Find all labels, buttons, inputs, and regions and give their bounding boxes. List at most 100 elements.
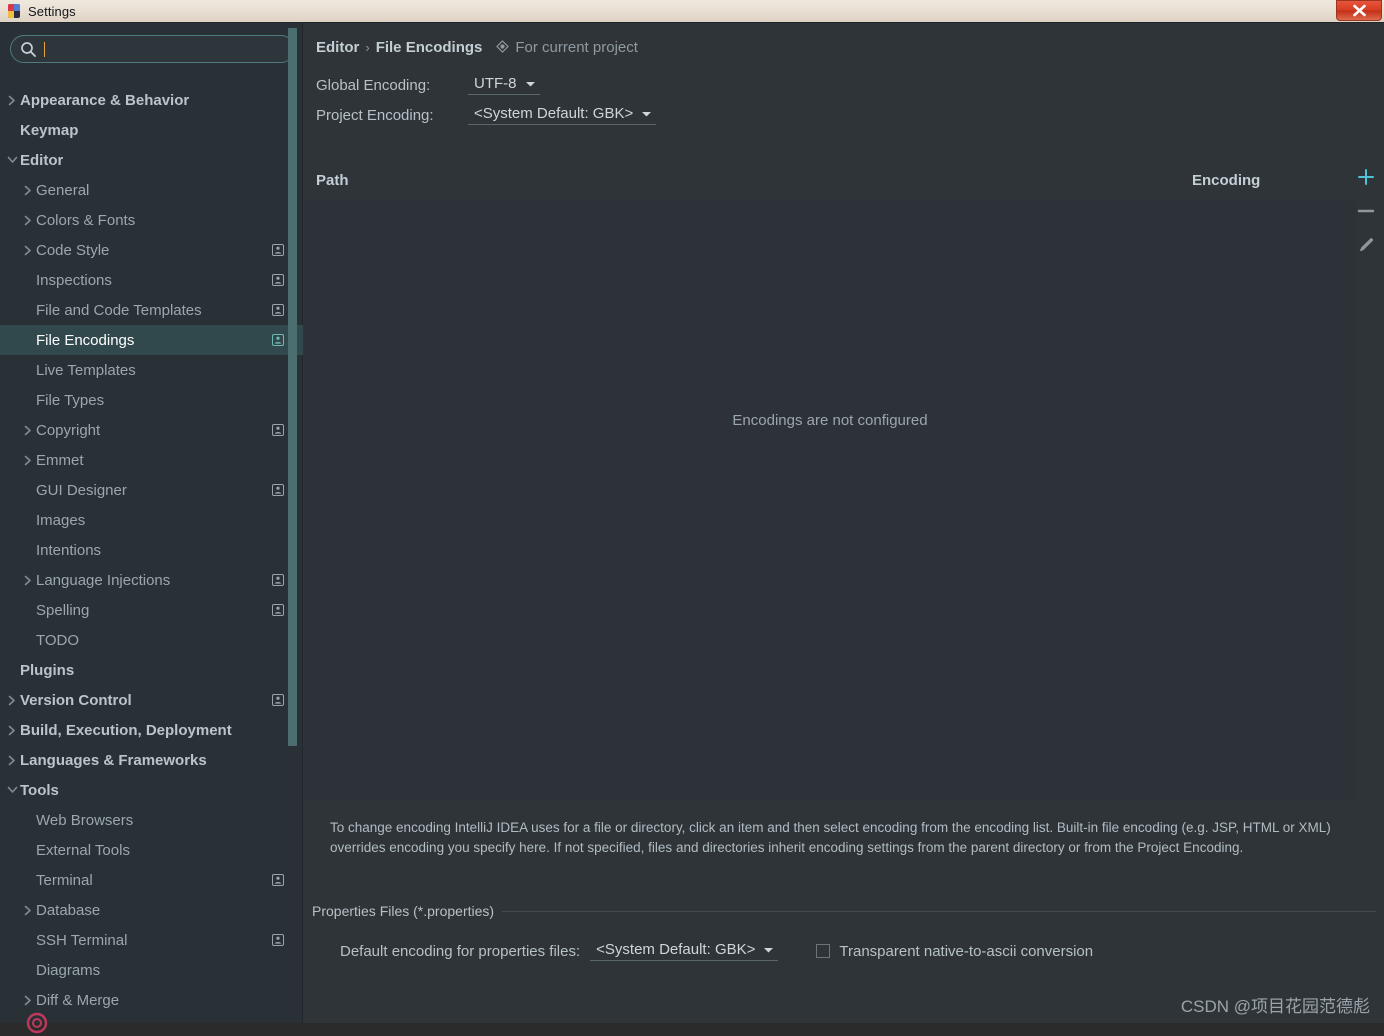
add-encoding-button[interactable] xyxy=(1354,163,1378,191)
encoding-hint-text: To change encoding IntelliJ IDEA uses fo… xyxy=(330,820,1331,855)
chevron-right-icon[interactable] xyxy=(20,212,36,228)
section-divider xyxy=(502,910,1376,912)
sidebar-item-intentions[interactable]: Intentions xyxy=(0,535,303,565)
sidebar-item-external-tools[interactable]: External Tools xyxy=(0,835,303,865)
settings-content-panel: Editor › File Encodings For current proj… xyxy=(304,23,1384,1023)
chevron-right-icon[interactable] xyxy=(20,422,36,438)
chevron-right-icon[interactable] xyxy=(20,572,36,588)
sidebar-item-label: SSH Terminal xyxy=(36,931,128,949)
project-settings-badge-icon xyxy=(272,874,284,886)
sidebar-item-file-encodings[interactable]: File Encodings xyxy=(0,325,303,355)
project-settings-badge-icon xyxy=(272,934,284,946)
sidebar-item-colors-fonts[interactable]: Colors & Fonts xyxy=(0,205,303,235)
sidebar-item-label: File Types xyxy=(36,391,105,409)
sidebar-item-label: Copyright xyxy=(36,421,101,439)
encodings-table-body[interactable]: Encodings are not configured xyxy=(304,200,1356,800)
chevron-right-icon[interactable] xyxy=(20,182,36,198)
global-encoding-label: Global Encoding: xyxy=(316,76,431,94)
properties-section-title: Properties Files (*.properties) xyxy=(312,903,495,919)
sidebar-item-label: Languages & Frameworks xyxy=(20,751,207,769)
chevron-right-icon[interactable] xyxy=(4,722,20,738)
sidebar-item-emmet[interactable]: Emmet xyxy=(0,445,303,475)
sidebar-item-label: TODO xyxy=(36,631,80,649)
sidebar-item-label: Spelling xyxy=(36,601,90,619)
sidebar-item-diagrams[interactable]: Diagrams xyxy=(0,955,303,985)
sidebar-item-plugins[interactable]: Plugins xyxy=(0,655,303,685)
plus-icon xyxy=(1358,169,1374,185)
sidebar-item-web-browsers[interactable]: Web Browsers xyxy=(0,805,303,835)
project-settings-badge-icon xyxy=(272,604,284,616)
window-title: Settings xyxy=(28,3,76,19)
project-encoding-value: <System Default: GBK> xyxy=(474,105,634,122)
chevron-right-icon[interactable] xyxy=(4,692,20,708)
project-settings-badge-icon xyxy=(272,484,284,496)
edit-encoding-button[interactable] xyxy=(1354,231,1378,259)
properties-encoding-value: <System Default: GBK> xyxy=(596,941,756,958)
sidebar-item-ssh-terminal[interactable]: SSH Terminal xyxy=(0,925,303,955)
native-to-ascii-label: Transparent native-to-ascii conversion xyxy=(839,942,1094,960)
chevron-down-icon[interactable] xyxy=(4,152,20,168)
native-to-ascii-checkbox[interactable]: Transparent native-to-ascii conversion xyxy=(816,943,1093,960)
breadcrumb-parent[interactable]: Editor xyxy=(316,39,359,56)
sidebar-item-label: Appearance & Behavior xyxy=(20,91,190,109)
properties-encoding-dropdown[interactable]: <System Default: GBK> xyxy=(590,941,779,961)
project-encoding-row: Project Encoding: <System Default: GBK> xyxy=(316,105,657,125)
sidebar-item-spelling[interactable]: Spelling xyxy=(0,595,303,625)
sidebar-item-terminal[interactable]: Terminal xyxy=(0,865,303,895)
sidebar-item-language-injections[interactable]: Language Injections xyxy=(0,565,303,595)
sidebar-item-general[interactable]: General xyxy=(0,175,303,205)
sidebar-item-label: File Encodings xyxy=(36,331,135,349)
sidebar-item-appearance-behavior[interactable]: Appearance & Behavior xyxy=(0,85,303,115)
sidebar-item-database[interactable]: Database xyxy=(0,895,303,925)
sidebar-item-label: Images xyxy=(36,511,86,529)
sidebar-item-label: Terminal xyxy=(36,871,93,889)
project-encoding-dropdown[interactable]: <System Default: GBK> xyxy=(468,105,657,125)
sidebar-item-version-control[interactable]: Version Control xyxy=(0,685,303,715)
search-input[interactable] xyxy=(45,36,294,62)
sidebar-item-label: Web Browsers xyxy=(36,811,134,829)
window-title-bar: Settings xyxy=(0,0,1384,22)
search-icon xyxy=(21,41,36,57)
notification-circle-icon xyxy=(26,1012,48,1034)
chevron-right-icon[interactable] xyxy=(20,992,36,1008)
chevron-right-icon[interactable] xyxy=(20,902,36,918)
chevron-down-icon[interactable] xyxy=(4,782,20,798)
column-header-path[interactable]: Path xyxy=(316,172,349,189)
sidebar-item-file-and-code-templates[interactable]: File and Code Templates xyxy=(0,295,303,325)
chevron-right-icon[interactable] xyxy=(4,92,20,108)
sidebar-item-build-execution-deployment[interactable]: Build, Execution, Deployment xyxy=(0,715,303,745)
settings-tree[interactable]: Appearance & Behavior Keymap Editor General… xyxy=(0,85,303,1023)
column-header-encoding[interactable]: Encoding xyxy=(1192,172,1260,189)
breadcrumb: Editor › File Encodings For current proj… xyxy=(316,39,638,56)
sidebar-item-inspections[interactable]: Inspections xyxy=(0,265,303,295)
sidebar-item-code-style[interactable]: Code Style xyxy=(0,235,303,265)
search-box[interactable] xyxy=(10,35,295,63)
sidebar-item-todo[interactable]: TODO xyxy=(0,625,303,655)
sidebar-item-file-types[interactable]: File Types xyxy=(0,385,303,415)
global-encoding-value: UTF-8 xyxy=(474,75,517,92)
project-settings-badge-icon xyxy=(272,694,284,706)
sidebar-item-images[interactable]: Images xyxy=(0,505,303,535)
remove-encoding-button[interactable] xyxy=(1354,197,1378,225)
sidebar-item-label: Inspections xyxy=(36,271,112,289)
sidebar-item-languages-frameworks[interactable]: Languages & Frameworks xyxy=(0,745,303,775)
sidebar-scrollbar-thumb[interactable] xyxy=(288,28,297,746)
sidebar-item-editor[interactable]: Editor xyxy=(0,145,303,175)
sidebar-item-label: Colors & Fonts xyxy=(36,211,136,229)
settings-dialog: Appearance & Behavior Keymap Editor General… xyxy=(0,22,1384,1034)
properties-encoding-row: Default encoding for properties files: <… xyxy=(340,941,1093,961)
sidebar-item-gui-designer[interactable]: GUI Designer xyxy=(0,475,303,505)
sidebar-item-keymap[interactable]: Keymap xyxy=(0,115,303,145)
sidebar-item-copyright[interactable]: Copyright xyxy=(0,415,303,445)
chevron-right-icon[interactable] xyxy=(20,452,36,468)
chevron-down-icon xyxy=(642,111,652,116)
sidebar-item-label: File and Code Templates xyxy=(36,301,202,319)
sidebar-item-live-templates[interactable]: Live Templates xyxy=(0,355,303,385)
close-window-button[interactable] xyxy=(1336,0,1382,21)
chevron-right-icon[interactable] xyxy=(4,752,20,768)
sidebar-item-tools[interactable]: Tools xyxy=(0,775,303,805)
global-encoding-dropdown[interactable]: UTF-8 xyxy=(468,75,540,95)
project-settings-badge-icon xyxy=(272,574,284,586)
sidebar-item-label: Language Injections xyxy=(36,571,171,589)
chevron-right-icon[interactable] xyxy=(20,242,36,258)
